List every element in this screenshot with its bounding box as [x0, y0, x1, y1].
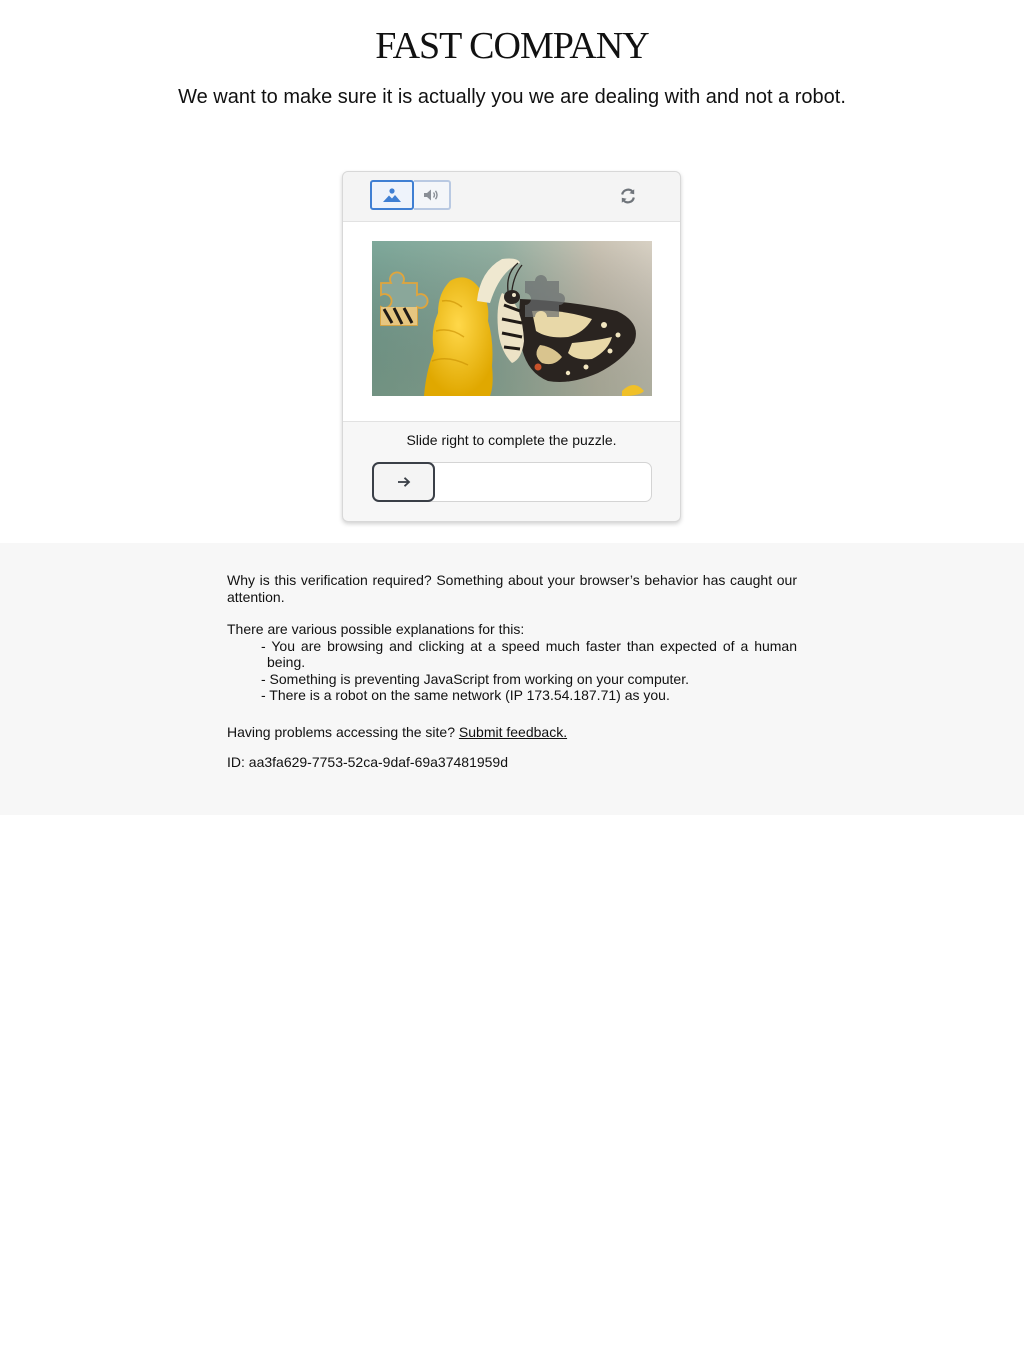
- image-icon: [383, 188, 401, 202]
- reason-list: - You are browsing and clicking at a spe…: [227, 638, 797, 704]
- slider-handle[interactable]: [372, 462, 435, 502]
- problems-text: Having problems accessing the site?: [227, 723, 456, 740]
- refresh-icon: [621, 188, 635, 204]
- problems-line: Having problems accessing the site? Subm…: [227, 724, 797, 741]
- butterfly-puzzle-image: [372, 241, 652, 396]
- image-mode-button[interactable]: [370, 180, 414, 210]
- reason-item: - There is a robot on the same network (…: [261, 687, 670, 703]
- refresh-button[interactable]: [617, 185, 639, 207]
- logo-text: FAST COMPANY: [375, 25, 649, 67]
- explanations-intro: There are various possible explanations …: [227, 621, 525, 637]
- fast-company-logo: FAST COMPANY: [0, 24, 1024, 68]
- captcha-header: [343, 172, 680, 222]
- reason-item: - Something is preventing JavaScript fro…: [261, 670, 689, 687]
- arrow-right-icon: [397, 477, 410, 487]
- info-content: Why is this verification required? Somet…: [227, 572, 797, 771]
- captcha-widget: Slide right to complete the puzzle.: [342, 171, 681, 522]
- audio-mode-button[interactable]: [414, 180, 451, 210]
- audio-icon: [423, 189, 438, 201]
- puzzle-area: [343, 222, 680, 422]
- puzzle-image: [372, 241, 652, 396]
- request-id: ID: aa3fa629-7753-52ca-9daf-69a37481959d: [227, 754, 509, 770]
- info-section: Why is this verification required? Somet…: [0, 543, 1024, 815]
- why-verification-text: Why is this verification required? Somet…: [227, 572, 797, 605]
- reason-item: - You are browsing and clicking at a spe…: [261, 637, 797, 671]
- page-headline: We want to make sure it is actually you …: [178, 86, 846, 108]
- submit-feedback-link[interactable]: Submit feedback.: [459, 724, 567, 740]
- slider-instruction: Slide right to complete the puzzle.: [406, 432, 617, 448]
